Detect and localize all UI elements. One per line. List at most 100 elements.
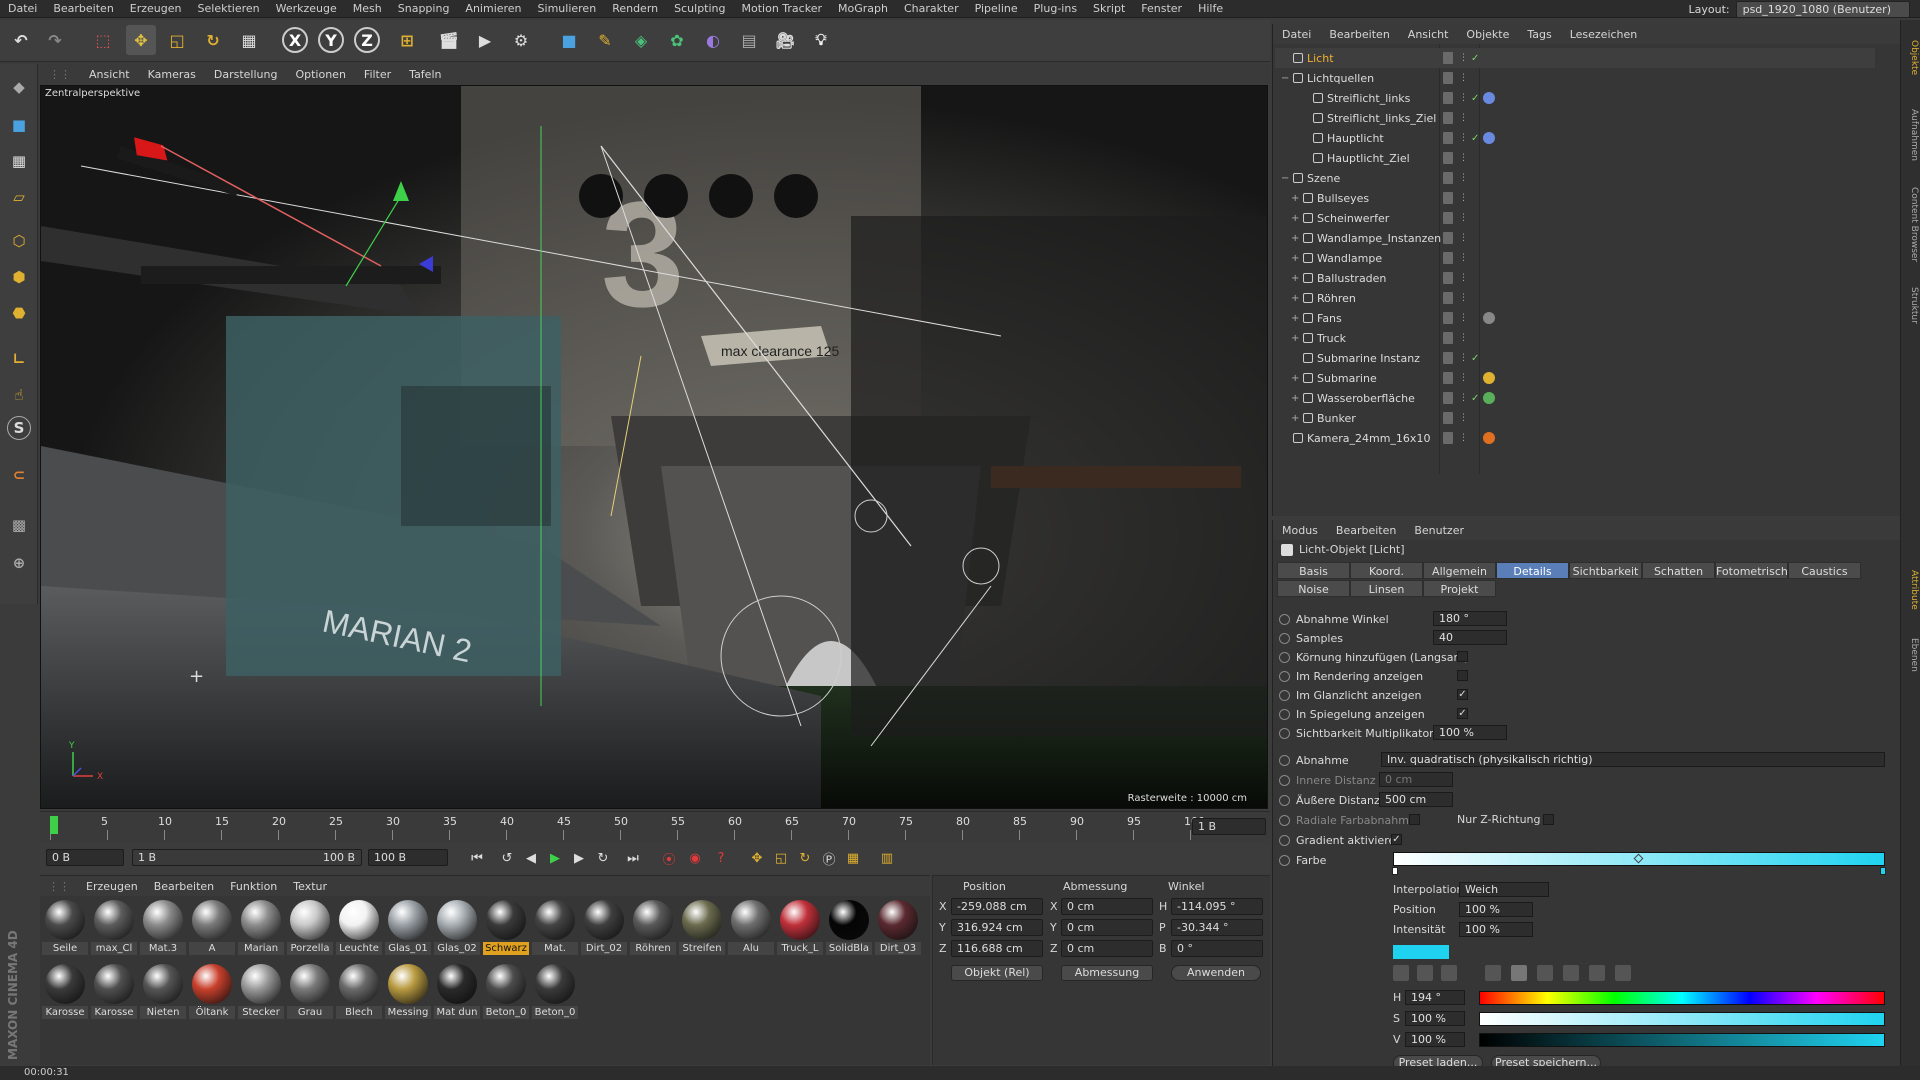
object-row[interactable]: + Wasseroberfläche ⋮ ✓ bbox=[1275, 388, 1875, 408]
render-settings-icon[interactable]: ⚙ bbox=[506, 25, 536, 55]
expand-toggle-icon[interactable]: − bbox=[1281, 73, 1289, 84]
render-dots-icon[interactable]: ⋮ bbox=[1459, 273, 1468, 283]
gradient-position_value[interactable]: 100 % bbox=[1459, 902, 1533, 917]
animate-dot-icon[interactable] bbox=[1279, 613, 1290, 625]
hsv-v-slider[interactable] bbox=[1479, 1033, 1885, 1047]
object-mode-icon[interactable]: ■ bbox=[4, 110, 34, 140]
expand-toggle-icon[interactable]: + bbox=[1291, 273, 1299, 284]
material-swatch[interactable]: Mat. bbox=[532, 898, 578, 956]
play-icon[interactable]: ▶ bbox=[544, 847, 566, 869]
viewport-menu-5[interactable]: Tafeln bbox=[400, 68, 450, 81]
previous-frame-icon[interactable]: ◀ bbox=[520, 847, 542, 869]
tab-caustics[interactable]: Caustics bbox=[1788, 562, 1861, 579]
material-swatch[interactable]: Schwarz bbox=[483, 898, 529, 956]
object-row[interactable]: + Röhren ⋮ bbox=[1275, 288, 1875, 308]
spectrum-icon[interactable] bbox=[1417, 965, 1433, 981]
radial-falloff-checkbox[interactable] bbox=[1409, 814, 1420, 825]
render-dots-icon[interactable]: ⋮ bbox=[1459, 73, 1468, 83]
axis-mode-icon[interactable]: ∟ bbox=[4, 344, 34, 374]
material-swatch[interactable]: Dirt_03 bbox=[875, 898, 921, 956]
render-dots-icon[interactable]: ⋮ bbox=[1459, 153, 1468, 163]
render-dots-icon[interactable]: ⋮ bbox=[1459, 93, 1468, 103]
menu-13[interactable]: Charakter bbox=[896, 0, 967, 18]
autokey-icon[interactable]: ◉ bbox=[684, 847, 706, 869]
menu-4[interactable]: Werkzeuge bbox=[268, 0, 345, 18]
render-dots-icon[interactable]: ⋮ bbox=[1459, 413, 1468, 423]
object-menu-3[interactable]: Objekte bbox=[1457, 28, 1518, 41]
key-position-icon[interactable]: ✥ bbox=[746, 847, 768, 869]
material-menu-0[interactable]: Erzeugen bbox=[78, 880, 146, 893]
object-row[interactable]: Submarine Instanz ⋮ ✓ bbox=[1275, 348, 1875, 368]
object-row[interactable]: + Scheinwerfer ⋮ bbox=[1275, 208, 1875, 228]
menu-6[interactable]: Snapping bbox=[390, 0, 458, 18]
z-axis-icon[interactable]: Z bbox=[354, 27, 380, 53]
visibility-icon[interactable] bbox=[1443, 232, 1453, 244]
animate-dot-icon[interactable] bbox=[1279, 708, 1290, 720]
menu-17[interactable]: Fenster bbox=[1133, 0, 1190, 18]
object-row[interactable]: + Truck ⋮ bbox=[1275, 328, 1875, 348]
render-dots-icon[interactable]: ⋮ bbox=[1459, 213, 1468, 223]
render-dots-icon[interactable]: ⋮ bbox=[1459, 393, 1468, 403]
material-swatch[interactable]: Nieten bbox=[140, 962, 186, 1020]
animate-dot-icon[interactable] bbox=[1279, 814, 1290, 826]
object-row[interactable]: Hauptlicht_Ziel ⋮ bbox=[1275, 148, 1875, 168]
enabled-check-icon[interactable]: ✓ bbox=[1471, 353, 1479, 364]
workplane-grid-icon[interactable]: ▩ bbox=[4, 510, 34, 540]
gradient-knot-right[interactable] bbox=[1880, 867, 1886, 875]
attr-menu-2[interactable]: Benutzer bbox=[1405, 524, 1473, 537]
visibility-icon[interactable] bbox=[1443, 312, 1453, 324]
camera-icon[interactable]: 🎥︎ bbox=[770, 25, 800, 55]
expand-toggle-icon[interactable]: + bbox=[1291, 313, 1299, 324]
render-dots-icon[interactable]: ⋮ bbox=[1459, 173, 1468, 183]
visibility-icon[interactable] bbox=[1443, 172, 1453, 184]
material-swatch[interactable]: Mat.3 bbox=[140, 898, 186, 956]
undo-icon[interactable]: ↶ bbox=[6, 25, 36, 55]
attr-menu-0[interactable]: Modus bbox=[1273, 524, 1327, 537]
material-swatch[interactable]: Beton_0 bbox=[532, 962, 578, 1020]
outer-distance-field[interactable]: 500 cm bbox=[1379, 792, 1453, 807]
expand-toggle-icon[interactable]: + bbox=[1291, 413, 1299, 424]
material-swatch[interactable]: Streifen bbox=[679, 898, 725, 956]
light-icon[interactable]: 💡︎ bbox=[806, 25, 836, 55]
water-tag-icon[interactable] bbox=[1483, 392, 1495, 404]
param-checkbox[interactable]: ✓ bbox=[1457, 708, 1468, 719]
animate-dot-icon[interactable] bbox=[1279, 689, 1290, 701]
timeline-window-icon[interactable]: ▥ bbox=[876, 847, 898, 869]
material-swatch[interactable]: SolidBla bbox=[826, 898, 872, 956]
menu-15[interactable]: Plug-ins bbox=[1026, 0, 1085, 18]
visibility-icon[interactable] bbox=[1443, 272, 1453, 284]
material-swatch[interactable]: Grau bbox=[287, 962, 333, 1020]
edges-mode-icon[interactable]: ⬢ bbox=[4, 262, 34, 292]
angle-field[interactable]: 0 ° bbox=[1171, 940, 1263, 957]
render-dots-icon[interactable]: ⋮ bbox=[1459, 313, 1468, 323]
expand-toggle-icon[interactable]: + bbox=[1291, 213, 1299, 224]
gradient-enable-checkbox[interactable]: ✓ bbox=[1391, 834, 1402, 845]
animate-dot-icon[interactable] bbox=[1279, 727, 1290, 739]
menu-14[interactable]: Pipeline bbox=[967, 0, 1026, 18]
enabled-check-icon[interactable]: ✓ bbox=[1471, 53, 1479, 64]
visibility-icon[interactable] bbox=[1443, 152, 1453, 164]
material-swatch[interactable]: Glas_02 bbox=[434, 898, 480, 956]
tab-aufnahmen[interactable]: Aufnahmen bbox=[1903, 100, 1919, 170]
rgb-icon[interactable] bbox=[1485, 965, 1501, 981]
object-row[interactable]: + Bunker ⋮ bbox=[1275, 408, 1875, 428]
param-value-field[interactable]: 40 bbox=[1433, 630, 1507, 645]
target-tag-icon[interactable] bbox=[1483, 132, 1495, 144]
material-menu-3[interactable]: Textur bbox=[285, 880, 335, 893]
tab-sichtbarkeit[interactable]: Sichtbarkeit bbox=[1569, 562, 1642, 579]
material-swatch[interactable]: Röhren bbox=[630, 898, 676, 956]
visibility-icon[interactable] bbox=[1443, 52, 1453, 64]
position-field[interactable]: 116.688 cm bbox=[951, 940, 1043, 957]
viewport-menu-4[interactable]: Filter bbox=[355, 68, 400, 81]
menu-0[interactable]: Datei bbox=[0, 0, 45, 18]
gradient-intensity_value[interactable]: 100 % bbox=[1459, 922, 1533, 937]
menu-9[interactable]: Rendern bbox=[604, 0, 666, 18]
animate-dot-icon[interactable] bbox=[1279, 651, 1290, 663]
visibility-icon[interactable] bbox=[1443, 192, 1453, 204]
render-dots-icon[interactable]: ⋮ bbox=[1459, 373, 1468, 383]
tab-basis[interactable]: Basis bbox=[1277, 562, 1350, 579]
key-parameter-icon[interactable]: Ⓟ bbox=[818, 847, 840, 869]
angle-field[interactable]: -30.344 ° bbox=[1171, 919, 1263, 936]
expand-toggle-icon[interactable]: + bbox=[1291, 293, 1299, 304]
material-swatch[interactable]: Karosse bbox=[42, 962, 88, 1020]
